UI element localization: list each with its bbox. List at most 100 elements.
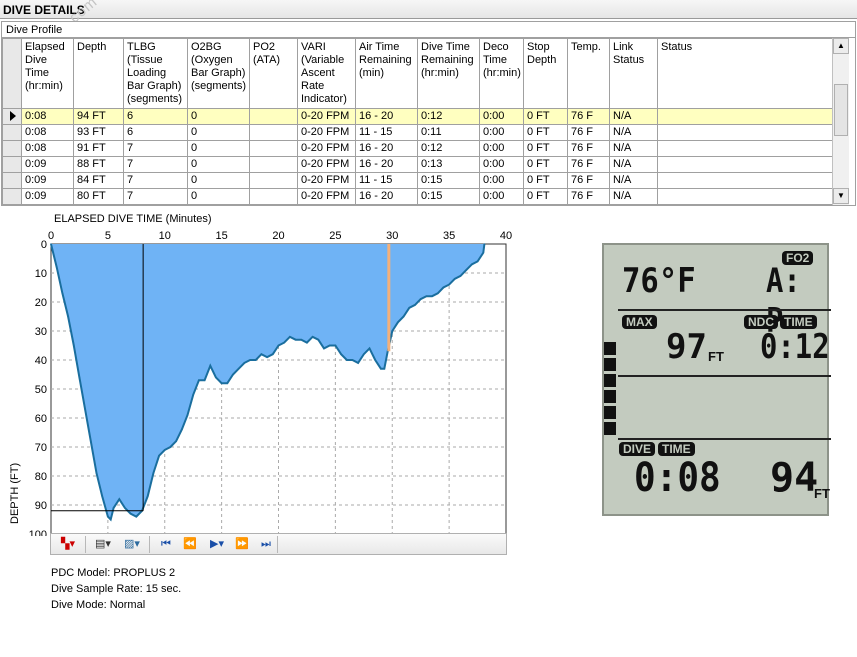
table-cell[interactable]: 16 - 20 — [356, 189, 418, 205]
last-icon[interactable]: ⏭ — [257, 536, 275, 553]
table-cell[interactable]: 0-20 FPM — [298, 157, 356, 173]
table-cell[interactable]: 0:13 — [418, 157, 480, 173]
scroll-thumb[interactable] — [834, 84, 848, 136]
table-cell[interactable]: 0 — [188, 173, 250, 189]
table-cell[interactable]: 0:08 — [22, 125, 74, 141]
table-cell[interactable] — [658, 157, 836, 173]
table-cell[interactable]: 11 - 15 — [356, 173, 418, 189]
column-header[interactable]: Air Time Remaining (min) — [356, 38, 418, 109]
table-cell[interactable]: 0 — [188, 141, 250, 157]
table-cell[interactable]: 6 — [124, 109, 188, 125]
table-cell[interactable] — [250, 173, 298, 189]
table-cell[interactable]: 84 FT — [74, 173, 124, 189]
table-cell[interactable]: 0:12 — [418, 109, 480, 125]
scroll-up-arrow-icon[interactable]: ▲ — [833, 38, 849, 54]
table-scrollbar[interactable]: ▲ ▼ — [832, 38, 849, 205]
table-cell[interactable]: 0:09 — [22, 157, 74, 173]
print-dropdown-icon[interactable]: ▤▾ — [91, 536, 115, 553]
table-cell[interactable]: 16 - 20 — [356, 109, 418, 125]
row-header[interactable] — [2, 141, 22, 157]
table-cell[interactable]: 76 F — [568, 109, 610, 125]
table-cell[interactable]: 80 FT — [74, 189, 124, 205]
table-cell[interactable]: 0 — [188, 125, 250, 141]
table-cell[interactable]: 76 F — [568, 189, 610, 205]
table-cell[interactable]: 0-20 FPM — [298, 189, 356, 205]
table-cell[interactable]: 0 FT — [524, 189, 568, 205]
table-cell[interactable]: 0:00 — [480, 125, 524, 141]
table-cell[interactable]: N/A — [610, 125, 658, 141]
table-cell[interactable]: 7 — [124, 189, 188, 205]
table-cell[interactable] — [658, 173, 836, 189]
palette-dropdown-icon[interactable]: ▚▾ — [55, 536, 81, 553]
table-cell[interactable]: 0:00 — [480, 157, 524, 173]
column-header[interactable]: Elapsed Dive Time (hr:min) — [22, 38, 74, 109]
table-cell[interactable]: 0:15 — [418, 173, 480, 189]
column-header[interactable]: O2BG (Oxygen Bar Graph) (segments) — [188, 38, 250, 109]
table-cell[interactable]: 11 - 15 — [356, 125, 418, 141]
column-header[interactable]: Depth — [74, 38, 124, 109]
table-cell[interactable]: 0:08 — [22, 109, 74, 125]
column-header[interactable]: Status — [658, 38, 836, 109]
table-cell[interactable]: 76 F — [568, 173, 610, 189]
table-cell[interactable]: 0 — [188, 109, 250, 125]
table-cell[interactable]: 16 - 20 — [356, 141, 418, 157]
table-cell[interactable]: 0-20 FPM — [298, 109, 356, 125]
previous-icon[interactable]: ⏪ — [181, 536, 199, 553]
table-cell[interactable]: 76 F — [568, 141, 610, 157]
table-cell[interactable]: 0 FT — [524, 157, 568, 173]
column-header[interactable]: VARI (Variable Ascent Rate Indicator) — [298, 38, 356, 109]
table-cell[interactable]: 0:08 — [22, 141, 74, 157]
table-cell[interactable]: 88 FT — [74, 157, 124, 173]
table-cell[interactable]: 0 FT — [524, 109, 568, 125]
table-cell[interactable]: 93 FT — [74, 125, 124, 141]
play-dropdown-icon[interactable]: ▶▾ — [205, 536, 229, 553]
table-cell[interactable]: 0 — [188, 157, 250, 173]
table-cell[interactable]: 94 FT — [74, 109, 124, 125]
next-icon[interactable]: ⏩ — [233, 536, 251, 553]
image-dropdown-icon[interactable]: ▨▾ — [119, 536, 145, 553]
table-cell[interactable]: 6 — [124, 125, 188, 141]
table-cell[interactable] — [250, 125, 298, 141]
column-header[interactable]: Stop Depth — [524, 38, 568, 109]
dive-profile-chart[interactable]: 0 5 10 15 20 25 30 35 40 0 10 20 30 40 50 60 70 80 90 100 DE… — [0, 226, 600, 536]
table-cell[interactable] — [250, 109, 298, 125]
table-cell[interactable]: N/A — [610, 109, 658, 125]
table-cell[interactable]: 7 — [124, 157, 188, 173]
row-header[interactable] — [2, 109, 22, 125]
table-cell[interactable]: 76 F — [568, 157, 610, 173]
table-cell[interactable]: 0-20 FPM — [298, 125, 356, 141]
table-cell[interactable] — [658, 141, 836, 157]
table-cell[interactable]: N/A — [610, 141, 658, 157]
table-cell[interactable]: 0:09 — [22, 189, 74, 205]
row-header[interactable] — [2, 157, 22, 173]
table-cell[interactable]: 0:00 — [480, 189, 524, 205]
column-header[interactable]: TLBG (Tissue Loading Bar Graph) (segment… — [124, 38, 188, 109]
table-cell[interactable]: N/A — [610, 157, 658, 173]
row-header[interactable] — [2, 189, 22, 205]
table-cell[interactable] — [658, 125, 836, 141]
table-cell[interactable]: 0:00 — [480, 141, 524, 157]
table-cell[interactable] — [250, 189, 298, 205]
table-cell[interactable]: N/A — [610, 173, 658, 189]
table-cell[interactable]: 7 — [124, 173, 188, 189]
table-cell[interactable]: 0:11 — [418, 125, 480, 141]
table-cell[interactable]: 91 FT — [74, 141, 124, 157]
scroll-down-arrow-icon[interactable]: ▼ — [833, 188, 849, 204]
table-cell[interactable]: 0-20 FPM — [298, 141, 356, 157]
table-cell[interactable]: 16 - 20 — [356, 157, 418, 173]
column-header[interactable]: Dive Time Remaining (hr:min) — [418, 38, 480, 109]
row-header[interactable] — [2, 125, 22, 141]
table-cell[interactable]: 0:09 — [22, 173, 74, 189]
table-cell[interactable] — [658, 189, 836, 205]
table-cell[interactable]: 7 — [124, 141, 188, 157]
column-header[interactable]: Deco Time (hr:min) — [480, 38, 524, 109]
first-icon[interactable]: ⏮ — [157, 536, 175, 553]
table-cell[interactable] — [250, 141, 298, 157]
table-cell[interactable]: 76 F — [568, 125, 610, 141]
column-header[interactable]: Temp. — [568, 38, 610, 109]
column-header[interactable]: PO2 (ATA) — [250, 38, 298, 109]
table-cell[interactable] — [250, 157, 298, 173]
table-cell[interactable]: 0-20 FPM — [298, 173, 356, 189]
table-cell[interactable]: 0:12 — [418, 141, 480, 157]
table-cell[interactable]: N/A — [610, 189, 658, 205]
